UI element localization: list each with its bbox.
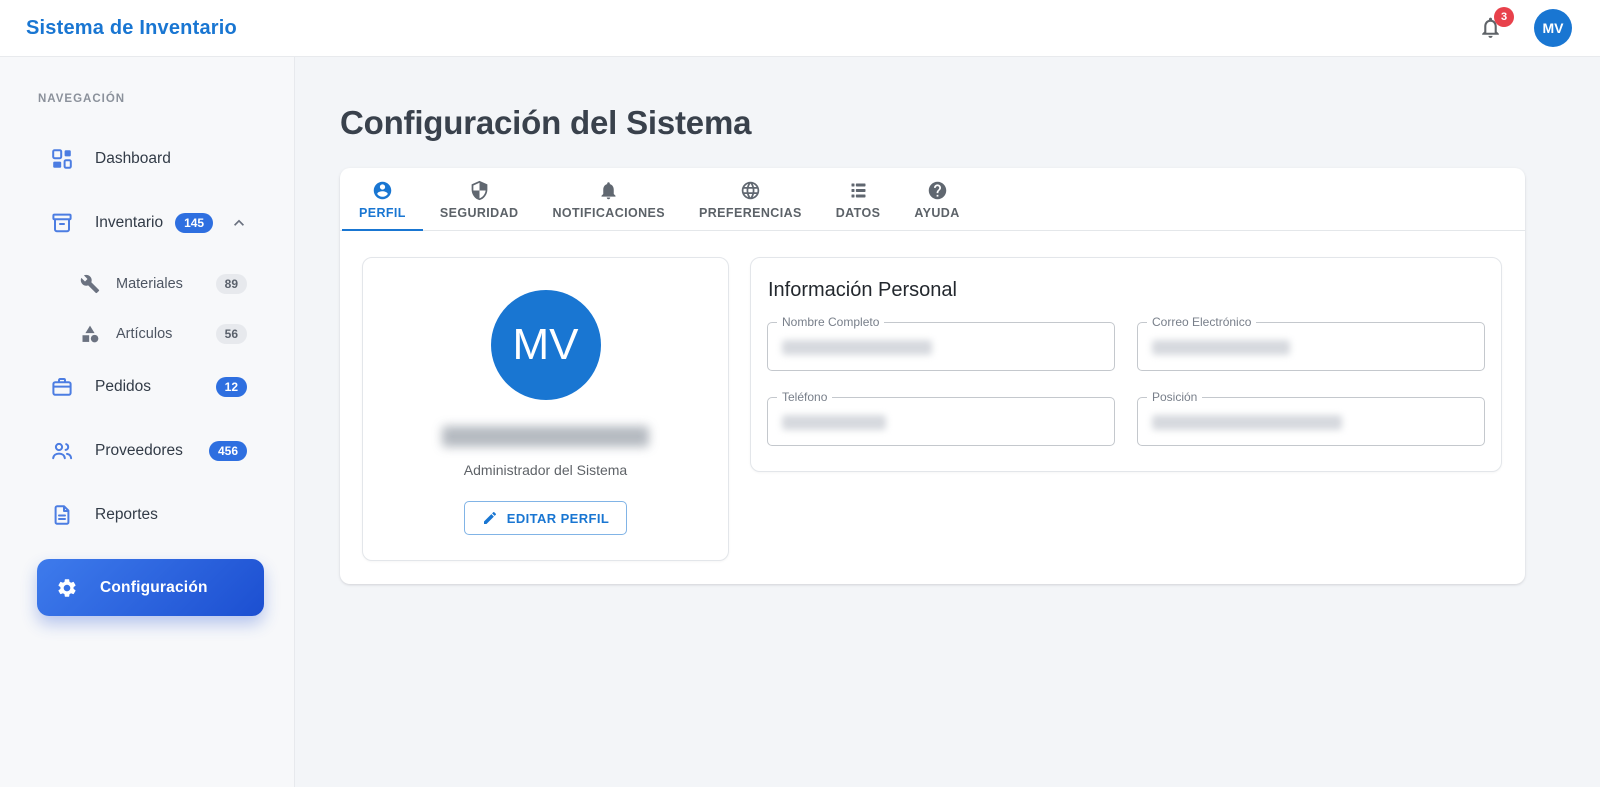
globe-icon: [741, 181, 760, 199]
tab-label: NOTIFICACIONES: [552, 205, 666, 220]
people-icon: [50, 439, 74, 463]
sidebar-item-label: Configuración: [100, 578, 208, 596]
sidebar-item-dashboard[interactable]: Dashboard: [0, 135, 294, 183]
pencil-icon: [483, 511, 496, 524]
app-header: Sistema de Inventario 3 MV: [0, 0, 1600, 57]
tab-datos[interactable]: DATOS: [819, 168, 898, 230]
edit-profile-button[interactable]: EDITAR PERFIL: [463, 501, 628, 535]
main-content: Configuración del Sistema PERFIL SEGURID…: [295, 57, 1600, 787]
app-title: Sistema de Inventario: [26, 16, 237, 39]
sidebar-item-materiales[interactable]: Materiales 89: [0, 263, 294, 305]
help-icon: [928, 181, 946, 199]
field-label: Posición: [1147, 390, 1203, 404]
tab-ayuda[interactable]: AYUDA: [897, 168, 976, 230]
settings-card: PERFIL SEGURIDAD NOTIFICACIONES PREFEREN…: [340, 168, 1525, 584]
profile-role: Administrador del Sistema: [463, 462, 628, 478]
tab-notificaciones[interactable]: NOTIFICACIONES: [535, 168, 682, 230]
tab-label: PERFIL: [359, 205, 406, 220]
briefcase-icon: [50, 375, 74, 399]
tab-label: PREFERENCIAS: [699, 205, 802, 220]
chevron-up-icon[interactable]: [229, 213, 249, 233]
proveedores-count-badge: 456: [208, 440, 247, 462]
shield-icon: [471, 180, 488, 200]
personal-info-title: Información Personal: [768, 279, 957, 301]
tab-preferencias[interactable]: PREFERENCIAS: [682, 168, 819, 230]
field-label: Nombre Completo: [777, 315, 885, 329]
settings-tabs: PERFIL SEGURIDAD NOTIFICACIONES PREFEREN…: [340, 168, 1525, 231]
account-circle-icon: [373, 181, 392, 199]
sidebar-item-configuracion[interactable]: Configuración: [37, 559, 264, 616]
field-label: Teléfono: [777, 390, 833, 404]
wrench-icon: [80, 274, 100, 294]
sidebar-item-inventario[interactable]: Inventario 145: [0, 199, 294, 247]
sidebar-item-label: Pedidos: [95, 378, 152, 395]
articulos-count-badge: 56: [215, 323, 247, 345]
edit-profile-label: EDITAR PERFIL: [506, 510, 610, 526]
nombre-completo-field[interactable]: Nombre Completo: [767, 315, 1115, 371]
tab-label: AYUDA: [914, 205, 960, 220]
redacted-value: [782, 415, 886, 430]
sidebar: NAVEGACIÓN Dashboard Inventario 145 Mate…: [0, 57, 295, 787]
tab-panel-perfil: MV Administrador del Sistema EDITAR PERF…: [340, 231, 1525, 584]
tab-label: SEGURIDAD: [439, 205, 519, 220]
sidebar-nav: Dashboard Inventario 145 Materiales 89 A…: [0, 135, 294, 555]
gear-icon: [56, 577, 78, 599]
sidebar-item-label: Inventario: [95, 214, 164, 231]
profile-avatar: MV: [490, 290, 601, 400]
sidebar-item-label: Proveedores: [95, 442, 183, 459]
tab-perfil[interactable]: PERFIL: [342, 168, 423, 231]
page-title: Configuración del Sistema: [340, 104, 752, 141]
profile-card: MV Administrador del Sistema EDITAR PERF…: [362, 257, 729, 561]
dashboard-icon: [50, 147, 74, 171]
sidebar-item-reportes[interactable]: Reportes: [0, 491, 294, 539]
redacted-value: [782, 340, 932, 355]
document-icon: [50, 503, 74, 527]
personal-info-fields: Nombre Completo Correo Electrónico Teléf…: [767, 315, 1485, 446]
sidebar-item-proveedores[interactable]: Proveedores 456: [0, 427, 294, 475]
field-label: Correo Electrónico: [1147, 315, 1257, 329]
user-avatar[interactable]: MV: [1534, 9, 1572, 47]
sidebar-item-articulos[interactable]: Artículos 56: [0, 313, 294, 355]
redacted-value: [1152, 415, 1342, 430]
redacted-profile-name: [442, 426, 649, 447]
redacted-value: [1152, 340, 1290, 355]
sidebar-item-pedidos[interactable]: Pedidos 12: [0, 363, 294, 411]
tab-seguridad[interactable]: SEGURIDAD: [423, 168, 536, 230]
inventory-box-icon: [50, 211, 74, 235]
bell-icon: [601, 181, 616, 199]
category-shapes-icon: [80, 324, 100, 344]
materiales-count-badge: 89: [215, 273, 247, 295]
sidebar-item-label: Dashboard: [95, 150, 171, 167]
nav-section-label: NAVEGACIÓN: [38, 93, 126, 105]
sidebar-item-label: Materiales: [116, 276, 183, 292]
inventario-count-badge: 145: [175, 212, 214, 234]
storage-icon: [851, 183, 866, 197]
pedidos-count-badge: 12: [215, 376, 247, 398]
correo-electronico-field[interactable]: Correo Electrónico: [1137, 315, 1485, 371]
notification-count-badge: 3: [1494, 7, 1514, 27]
sidebar-item-label: Reportes: [95, 506, 158, 523]
telefono-field[interactable]: Teléfono: [767, 390, 1115, 446]
tab-label: DATOS: [835, 205, 881, 220]
personal-info-card: Información Personal Nombre Completo Cor…: [750, 257, 1502, 472]
posicion-field[interactable]: Posición: [1137, 390, 1485, 446]
sidebar-item-label: Artículos: [116, 326, 173, 342]
notifications-button[interactable]: 3: [1478, 7, 1514, 41]
